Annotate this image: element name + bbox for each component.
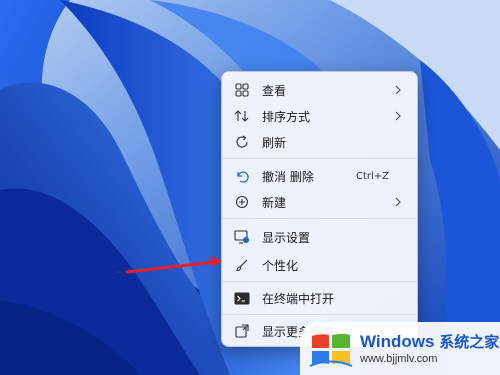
menu-item-label: 刷新 — [262, 135, 287, 150]
site-watermark: Windows 系统之家 www.bjjmlv.com — [300, 322, 500, 375]
menu-item-display-settings[interactable]: 显示设置 — [226, 224, 413, 250]
menu-item-label: 排序方式 — [262, 109, 311, 124]
chevron-right-icon — [391, 85, 405, 95]
sort-arrows-icon — [232, 106, 252, 126]
windows-logo-icon — [309, 333, 353, 367]
menu-item-label: 查看 — [262, 83, 287, 98]
menu-separator — [222, 218, 417, 219]
terminal-icon — [232, 288, 252, 308]
menu-item-label: 新建 — [262, 195, 287, 210]
display-settings-icon — [232, 227, 252, 247]
shortcut-text: Ctrl+Z — [355, 170, 389, 182]
menu-item-personalize[interactable]: 个性化 — [226, 252, 413, 278]
undo-icon — [232, 166, 252, 186]
grid-view-icon — [232, 80, 252, 100]
watermark-url: www.bjjmlv.com — [360, 352, 438, 365]
chevron-right-icon — [391, 197, 405, 207]
menu-item-open-in-terminal[interactable]: 在终端中打开 — [226, 285, 413, 311]
menu-item-new[interactable]: 新建 — [226, 189, 413, 215]
menu-item-sort-by[interactable]: 排序方式 — [226, 103, 413, 129]
chevron-right-icon — [391, 111, 405, 121]
menu-item-label: 撤消 删除 — [262, 169, 314, 184]
watermark-title: Windows 系统之家 — [360, 333, 499, 350]
menu-separator — [222, 314, 417, 315]
menu-separator — [222, 281, 417, 282]
watermark-title-en: Windows — [360, 331, 435, 351]
menu-item-refresh[interactable]: 刷新 — [226, 129, 413, 155]
menu-item-label: 个性化 — [262, 258, 299, 273]
menu-item-view[interactable]: 查看 — [226, 77, 413, 103]
desktop-context-menu: 查看 排序方式 刷新 撤消 删除 Ctrl+Z 新建 显示设置 个性化 在终端中… — [221, 71, 418, 347]
refresh-icon — [232, 132, 252, 152]
brush-icon — [232, 255, 252, 275]
more-options-icon — [232, 321, 252, 341]
menu-item-undo-delete[interactable]: 撤消 删除 Ctrl+Z — [226, 163, 413, 189]
menu-item-label: 在终端中打开 — [262, 291, 335, 306]
new-plus-icon — [232, 192, 252, 212]
menu-separator — [222, 158, 417, 159]
menu-item-label: 显示设置 — [262, 230, 311, 245]
watermark-title-cn: 系统之家 — [439, 332, 500, 351]
